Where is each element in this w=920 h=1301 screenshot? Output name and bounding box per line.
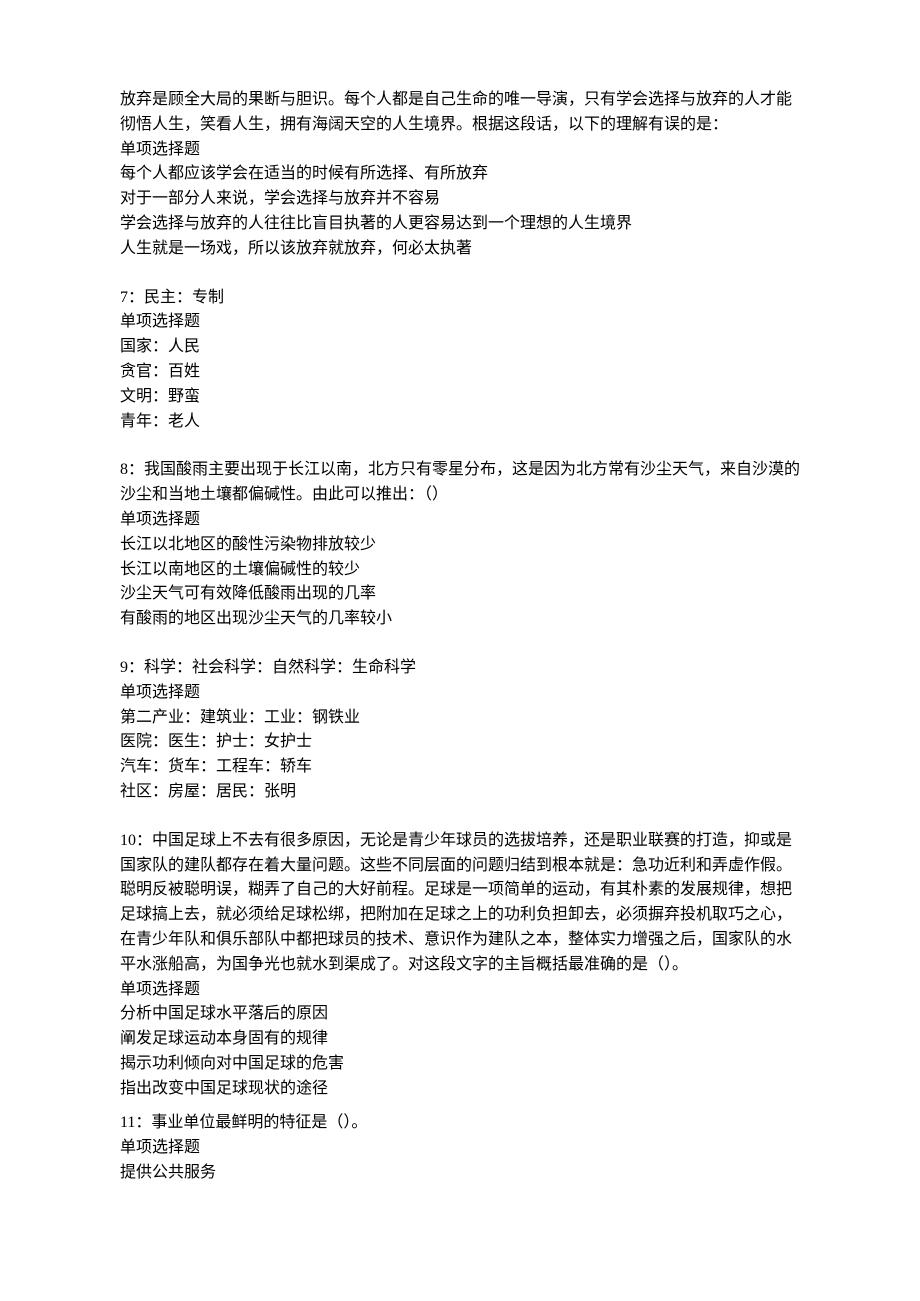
- question-7: 7：民主：专制 单项选择题 国家：人民 贪官：百姓 文明：野蛮 青年：老人: [120, 286, 800, 435]
- question-stem-line: 沙尘和当地土壤都偏碱性。由此可以推出：（）: [120, 483, 800, 508]
- question-9: 9：科学：社会科学：自然科学：生命科学 单项选择题 第二产业：建筑业：工业：钢铁…: [120, 656, 800, 805]
- question-option: 沙尘天气可有效降低酸雨出现的几率: [120, 582, 800, 607]
- question-option: 阐发足球运动本身固有的规律: [120, 1027, 800, 1052]
- document-page: 放弃是顾全大局的果断与胆识。每个人都是自己生命的唯一导演，只有学会选择与放弃的人…: [0, 0, 920, 1301]
- question-option: 贪官：百姓: [120, 360, 800, 385]
- question-option: 汽车：货车：工程车：轿车: [120, 755, 800, 780]
- question-stem-line: 国家队的建队都存在着大量问题。这些不同层面的问题归结到根本就是：急功近利和弄虚作…: [120, 854, 800, 879]
- question-option: 对于一部分人来说，学会选择与放弃并不容易: [120, 187, 800, 212]
- question-stem-line: 平水涨船高，为国争光也就水到渠成了。对这段文字的主旨概括最准确的是（）。: [120, 953, 800, 978]
- question-stem-line: 11：事业单位最鲜明的特征是（）。: [120, 1111, 800, 1136]
- question-option: 文明：野蛮: [120, 385, 800, 410]
- question-type: 单项选择题: [120, 508, 800, 533]
- question-option: 有酸雨的地区出现沙尘天气的几率较小: [120, 607, 800, 632]
- question-option: 提供公共服务: [120, 1161, 800, 1186]
- question-option: 学会选择与放弃的人往往比盲目执著的人更容易达到一个理想的人生境界: [120, 212, 800, 237]
- question-type: 单项选择题: [120, 1136, 800, 1161]
- question-option: 指出改变中国足球现状的途径: [120, 1077, 800, 1102]
- question-option: 国家：人民: [120, 335, 800, 360]
- question-type: 单项选择题: [120, 138, 800, 163]
- question-10: 10：中国足球上不去有很多原因，无论是青少年球员的选拔培养，还是职业联赛的打造，…: [120, 829, 800, 1102]
- question-6: 放弃是顾全大局的果断与胆识。每个人都是自己生命的唯一导演，只有学会选择与放弃的人…: [120, 88, 800, 262]
- question-option: 长江以南地区的土壤偏碱性的较少: [120, 558, 800, 583]
- question-type: 单项选择题: [120, 310, 800, 335]
- question-type: 单项选择题: [120, 681, 800, 706]
- question-stem-line: 7：民主：专制: [120, 286, 800, 311]
- question-stem-line: 8：我国酸雨主要出现于长江以南，北方只有零星分布，这是因为北方常有沙尘天气，来自…: [120, 458, 800, 483]
- question-stem-line: 放弃是顾全大局的果断与胆识。每个人都是自己生命的唯一导演，只有学会选择与放弃的人…: [120, 88, 800, 113]
- question-8: 8：我国酸雨主要出现于长江以南，北方只有零星分布，这是因为北方常有沙尘天气，来自…: [120, 458, 800, 632]
- question-type: 单项选择题: [120, 978, 800, 1003]
- question-stem-line: 9：科学：社会科学：自然科学：生命科学: [120, 656, 800, 681]
- question-option: 第二产业：建筑业：工业：钢铁业: [120, 706, 800, 731]
- question-option: 青年：老人: [120, 410, 800, 435]
- question-option: 医院：医生：护士：女护士: [120, 730, 800, 755]
- question-option: 每个人都应该学会在适当的时候有所选择、有所放弃: [120, 162, 800, 187]
- question-option: 长江以北地区的酸性污染物排放较少: [120, 533, 800, 558]
- question-option: 分析中国足球水平落后的原因: [120, 1002, 800, 1027]
- question-stem-line: 聪明反被聪明误，糊弄了自己的大好前程。足球是一项简单的运动，有其朴素的发展规律，…: [120, 878, 800, 903]
- question-option: 揭示功利倾向对中国足球的危害: [120, 1052, 800, 1077]
- question-stem-line: 在青少年队和俱乐部队中都把球员的技术、意识作为建队之本，整体实力增强之后，国家队…: [120, 928, 800, 953]
- question-stem-line: 彻悟人生，笑看人生，拥有海阔天空的人生境界。根据这段话，以下的理解有误的是：: [120, 113, 800, 138]
- question-stem-line: 足球搞上去，就必须给足球松绑，把附加在足球之上的功利负担卸去，必须摒弃投机取巧之…: [120, 903, 800, 928]
- question-11: 11：事业单位最鲜明的特征是（）。 单项选择题 提供公共服务: [120, 1111, 800, 1185]
- question-option: 人生就是一场戏，所以该放弃就放弃，何必太执著: [120, 237, 800, 262]
- question-option: 社区：房屋：居民：张明: [120, 780, 800, 805]
- question-stem-line: 10：中国足球上不去有很多原因，无论是青少年球员的选拔培养，还是职业联赛的打造，…: [120, 829, 800, 854]
